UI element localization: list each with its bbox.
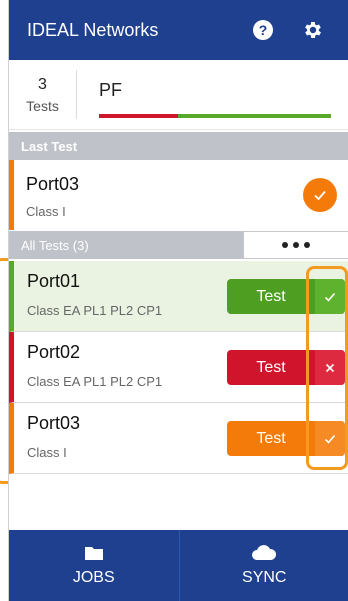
result-ratio-bar xyxy=(99,114,331,118)
cloud-icon xyxy=(251,544,277,561)
test-count-label: Tests xyxy=(26,97,59,114)
sync-label: SYNC xyxy=(242,568,287,586)
jobs-label: JOBS xyxy=(72,568,115,586)
test-button-label: Test xyxy=(256,429,286,447)
pass-portion xyxy=(177,114,331,118)
last-test-port: Port03 xyxy=(26,174,80,194)
check-circle-icon xyxy=(303,178,337,212)
test-row-class: Class EA PL1 PL2 CP1 xyxy=(27,374,163,389)
test-row-port01[interactable]: Port01 Class EA PL1 PL2 CP1 Test xyxy=(9,261,348,332)
test-row-port: Port01 xyxy=(27,271,81,291)
help-icon[interactable]: ? xyxy=(249,16,277,44)
test-button-label: Test xyxy=(256,287,286,305)
summary-status-text: PF xyxy=(99,80,123,100)
bottom-nav: JOBS SYNC xyxy=(9,530,348,601)
all-tests-label: All Tests (3) xyxy=(21,237,89,253)
all-tests-header: All Tests (3) xyxy=(9,231,348,259)
test-button-label: Test xyxy=(256,358,286,376)
last-test-label: Last Test xyxy=(21,138,78,154)
fail-portion xyxy=(99,114,178,118)
app-screen: IDEAL Networks ? 3 Tests PF Last Test Po… xyxy=(8,0,348,601)
test-row-class: Class I xyxy=(27,445,67,460)
more-dots-icon[interactable] xyxy=(243,231,348,259)
test-row-port: Port02 xyxy=(27,342,81,362)
status-column-highlight xyxy=(306,266,348,470)
test-row-port02[interactable]: Port02 Class EA PL1 PL2 CP1 Test xyxy=(9,332,348,403)
test-row-class: Class EA PL1 PL2 CP1 xyxy=(27,303,163,318)
summary-status: PF xyxy=(77,60,348,129)
folder-icon xyxy=(84,545,104,561)
svg-text:?: ? xyxy=(259,22,268,38)
gear-icon[interactable] xyxy=(299,16,327,44)
test-count-box: 3 Tests xyxy=(9,70,77,119)
app-header: IDEAL Networks ? xyxy=(9,0,348,60)
app-title: IDEAL Networks xyxy=(27,19,159,40)
last-test-row[interactable]: Port03 Class I xyxy=(9,160,348,230)
last-test-class: Class I xyxy=(26,204,66,219)
test-row-port03[interactable]: Port03 Class I Test xyxy=(9,403,348,474)
test-count: 3 xyxy=(38,75,47,93)
last-test-header: Last Test xyxy=(9,132,348,160)
test-summary: 3 Tests PF xyxy=(9,60,348,130)
test-row-port: Port03 xyxy=(27,413,81,433)
sync-tab[interactable]: SYNC xyxy=(178,530,348,601)
jobs-tab[interactable]: JOBS xyxy=(9,530,179,601)
